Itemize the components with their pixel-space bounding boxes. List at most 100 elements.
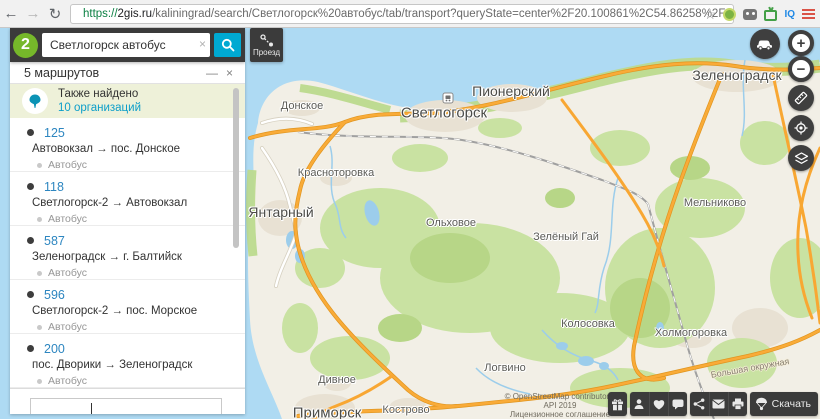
map-attribution: © OpenStreetMap contributors, API 2019 Л… bbox=[498, 392, 622, 419]
search-bar: 2 × bbox=[10, 28, 245, 62]
share-button[interactable] bbox=[690, 392, 709, 416]
route-bullet-icon bbox=[27, 183, 34, 190]
panel-header: 5 маршрутов — × bbox=[10, 62, 245, 84]
parachute-icon bbox=[755, 397, 768, 411]
search-icon bbox=[221, 38, 235, 52]
search-input[interactable] bbox=[42, 33, 210, 57]
route-bullet-icon bbox=[27, 345, 34, 352]
envelope-icon bbox=[712, 399, 725, 409]
transport-type-label: Автобус bbox=[48, 267, 87, 279]
ruler-button[interactable] bbox=[788, 85, 814, 111]
feedback-button[interactable] bbox=[668, 392, 687, 416]
favorites-button[interactable] bbox=[649, 392, 668, 416]
search-button[interactable] bbox=[214, 33, 241, 57]
panel-scrollbar[interactable] bbox=[233, 88, 239, 248]
close-panel-icon[interactable]: × bbox=[222, 66, 237, 80]
chat-bubble-icon bbox=[672, 399, 684, 410]
map-pin-icon bbox=[29, 94, 41, 109]
route-direction: Светлогорск-2 → Автовокзал bbox=[32, 197, 245, 209]
browser-menu-icon[interactable] bbox=[802, 9, 815, 19]
transport-type-bullet-icon bbox=[37, 325, 42, 330]
download-label: Скачать bbox=[772, 398, 811, 410]
zoom-out-button[interactable]: − bbox=[788, 56, 814, 82]
route-list-item[interactable]: 125 Автовокзал → пос. Донское Автобус bbox=[10, 118, 245, 172]
2gis-logo[interactable]: 2 bbox=[13, 33, 38, 58]
transport-type-label: Автобус bbox=[48, 375, 87, 387]
station-icon bbox=[443, 93, 453, 103]
pin-badge bbox=[22, 88, 48, 114]
print-button[interactable] bbox=[728, 392, 747, 416]
car-icon bbox=[756, 38, 774, 50]
results-panel: 5 маршрутов — × Также найдено 10 организ… bbox=[10, 62, 245, 414]
bookmark-star-icon[interactable]: ☆ bbox=[704, 6, 717, 23]
transport-type-bullet-icon bbox=[37, 379, 42, 384]
gift-button[interactable] bbox=[608, 392, 627, 416]
back-button-icon[interactable]: ← bbox=[0, 5, 22, 22]
organizations-link[interactable]: 10 организаций bbox=[58, 101, 141, 115]
minimize-panel-icon[interactable]: — bbox=[202, 66, 222, 80]
osm-attribution: © OpenStreetMap contributors, API 2019 bbox=[498, 392, 622, 410]
also-found-block[interactable]: Также найдено 10 организаций bbox=[10, 84, 245, 118]
route-number-link[interactable]: 596 bbox=[44, 288, 65, 302]
printer-icon bbox=[732, 398, 744, 410]
route-number-link[interactable]: 200 bbox=[44, 342, 65, 356]
license-agreement-link[interactable]: Лицензионное соглашение bbox=[510, 410, 610, 419]
route-direction: Зеленоградск → г. Балтийск bbox=[32, 251, 245, 263]
directions-button[interactable]: Проезд bbox=[250, 28, 283, 62]
route-bullet-icon bbox=[27, 129, 34, 136]
zoom-in-button[interactable]: + bbox=[788, 30, 814, 56]
screen: ← → ↻ https://2gis.ru/kaliningrad/search… bbox=[0, 0, 820, 419]
browser-extension-area: ☆ IQ bbox=[704, 0, 815, 28]
share-icon bbox=[693, 398, 705, 410]
also-found-title: Также найдено bbox=[58, 87, 141, 101]
transport-type-label: Автобус bbox=[48, 159, 87, 171]
route-bullet-icon bbox=[27, 291, 34, 298]
route-number-link[interactable]: 587 bbox=[44, 234, 65, 248]
routes-list: 125 Автовокзал → пос. Донское Автобус 11… bbox=[10, 118, 245, 388]
route-list-item[interactable]: 200 пос. Дворики → Зеленоградск Автобус bbox=[10, 334, 245, 388]
route-number-link[interactable]: 118 bbox=[44, 180, 64, 194]
transport-type-label: Автобус bbox=[48, 321, 87, 333]
route-list-item[interactable]: 587 Зеленоградск → г. Балтийск Автобус bbox=[10, 226, 245, 280]
locate-icon bbox=[794, 121, 808, 135]
panel-bottom bbox=[10, 388, 245, 414]
extension-green-icon[interactable] bbox=[723, 8, 736, 21]
clear-search-icon[interactable]: × bbox=[199, 37, 206, 52]
email-button[interactable] bbox=[709, 392, 728, 416]
transport-type-label: Автобус bbox=[48, 213, 87, 225]
reload-button-icon[interactable]: ↻ bbox=[44, 5, 66, 23]
browser-toolbar: ← → ↻ https://2gis.ru/kaliningrad/search… bbox=[0, 0, 820, 28]
extension-tv-icon[interactable] bbox=[764, 10, 777, 21]
transport-type-bullet-icon bbox=[37, 163, 42, 168]
traffic-button[interactable] bbox=[750, 29, 780, 59]
route-bullet-icon bbox=[27, 237, 34, 244]
extension-widget-icon[interactable] bbox=[743, 9, 757, 20]
route-number-link[interactable]: 125 bbox=[44, 126, 65, 140]
transport-type-bullet-icon bbox=[37, 217, 42, 222]
address-bar[interactable]: https://2gis.ru/kaliningrad/search/Светл… bbox=[70, 4, 734, 24]
forward-button-icon[interactable]: → bbox=[22, 5, 44, 22]
transport-type-bullet-icon bbox=[37, 271, 42, 276]
layers-icon bbox=[794, 152, 809, 165]
ruler-icon bbox=[794, 91, 808, 105]
my-location-button[interactable] bbox=[788, 115, 814, 141]
download-app-button[interactable]: Скачать bbox=[750, 392, 818, 416]
map-bottom-toolbar: Скачать bbox=[608, 392, 818, 416]
text-caret bbox=[91, 403, 92, 414]
heart-icon bbox=[653, 399, 665, 410]
profile-button[interactable] bbox=[630, 392, 649, 416]
route-list-item[interactable]: 118 Светлогорск-2 → Автовокзал Автобус bbox=[10, 172, 245, 226]
extension-iq-icon[interactable]: IQ bbox=[784, 9, 795, 20]
feedback-input[interactable] bbox=[30, 398, 222, 414]
gift-icon bbox=[611, 398, 624, 411]
directions-label: Проезд bbox=[253, 48, 280, 57]
person-icon bbox=[633, 398, 645, 410]
route-icon bbox=[260, 34, 274, 47]
url-text: https://2gis.ru/kaliningrad/search/Светл… bbox=[83, 8, 734, 20]
route-list-item[interactable]: 596 Светлогорск-2 → пос. Морское Автобус bbox=[10, 280, 245, 334]
route-direction: пос. Дворики → Зеленоградск bbox=[32, 359, 245, 371]
route-direction: Автовокзал → пос. Донское bbox=[32, 143, 245, 155]
results-count: 5 маршрутов bbox=[24, 66, 99, 80]
layers-button[interactable] bbox=[788, 145, 814, 171]
route-direction: Светлогорск-2 → пос. Морское bbox=[32, 305, 245, 317]
